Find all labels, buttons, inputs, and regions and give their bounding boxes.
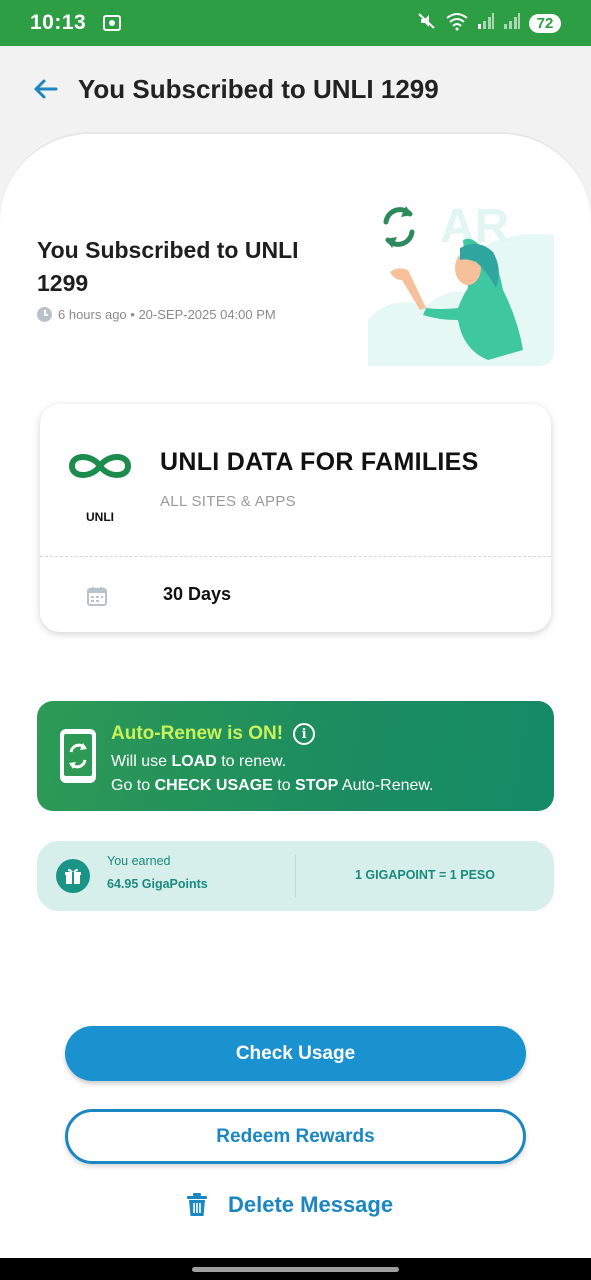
info-icon[interactable]: i [293, 723, 316, 745]
earned-label: You earned [107, 854, 171, 868]
auto-renew-line-2: Go to CHECK USAGE to STOP Auto-Renew. [111, 777, 434, 794]
system-nav-bar [0, 1258, 591, 1280]
refresh-icon [383, 206, 415, 248]
signal-icon [477, 12, 495, 35]
redeem-rewards-button[interactable]: Redeem Rewards [65, 1109, 526, 1164]
plan-card: UNLI UNLI DATA FOR FAMILIES ALL SITES & … [40, 404, 551, 632]
hero-meta: 6 hours ago • 20-SEP-2025 04:00 PM [37, 307, 276, 322]
page-title: You Subscribed to UNLI 1299 [78, 73, 439, 104]
home-gesture-handle[interactable] [192, 1267, 399, 1272]
plan-description: ALL SITES & APPS [160, 493, 296, 510]
back-button[interactable] [30, 74, 60, 104]
auto-renew-title: Auto-Renew is ON! i [111, 723, 316, 745]
calendar-icon [87, 587, 107, 606]
app-header: You Subscribed to UNLI 1299 [0, 46, 591, 132]
auto-renew-banner: Auto-Renew is ON! i Will use LOAD to ren… [37, 701, 554, 811]
infinity-icon [68, 454, 132, 478]
trash-icon [187, 1193, 207, 1216]
battery-indicator: 72 [529, 13, 561, 33]
status-icons: 72 [417, 11, 561, 36]
card-divider [40, 556, 551, 557]
plan-name: UNLI DATA FOR FAMILIES [160, 448, 479, 476]
signal-icon [503, 12, 521, 35]
delete-message-label: Delete Message [228, 1192, 394, 1217]
auto-renew-title-text: Auto-Renew is ON! [111, 723, 284, 744]
points-rate: 1 GIGAPOINT = 1 PESO [355, 868, 495, 882]
hero-illustration: AR [368, 200, 554, 366]
subscription-timestamp: 6 hours ago • 20-SEP-2025 04:00 PM [58, 307, 276, 322]
earned-value: 64.95 GigaPoints [107, 877, 208, 891]
auto-renew-line-1: Will use LOAD to renew. [111, 753, 287, 770]
gigapoints-banner: You earned 64.95 GigaPoints 1 GIGAPOINT … [37, 841, 554, 911]
clock-icon [37, 307, 52, 322]
wifi-icon [445, 11, 469, 36]
gift-icon [56, 859, 90, 893]
hero-title: You Subscribed to UNLI 1299 [37, 237, 299, 296]
unli-logo-label: UNLI [86, 510, 114, 524]
screen-record-icon [102, 13, 122, 33]
check-usage-button[interactable]: Check Usage [65, 1026, 526, 1081]
delete-message-button[interactable]: Delete Message [186, 1192, 393, 1218]
status-bar: 10:13 72 [0, 0, 591, 46]
arrow-left-icon [34, 79, 58, 99]
phone-refresh-icon [60, 729, 96, 783]
plan-validity: 30 Days [163, 584, 232, 604]
mute-icon [417, 11, 437, 36]
status-time: 10:13 [30, 11, 87, 34]
